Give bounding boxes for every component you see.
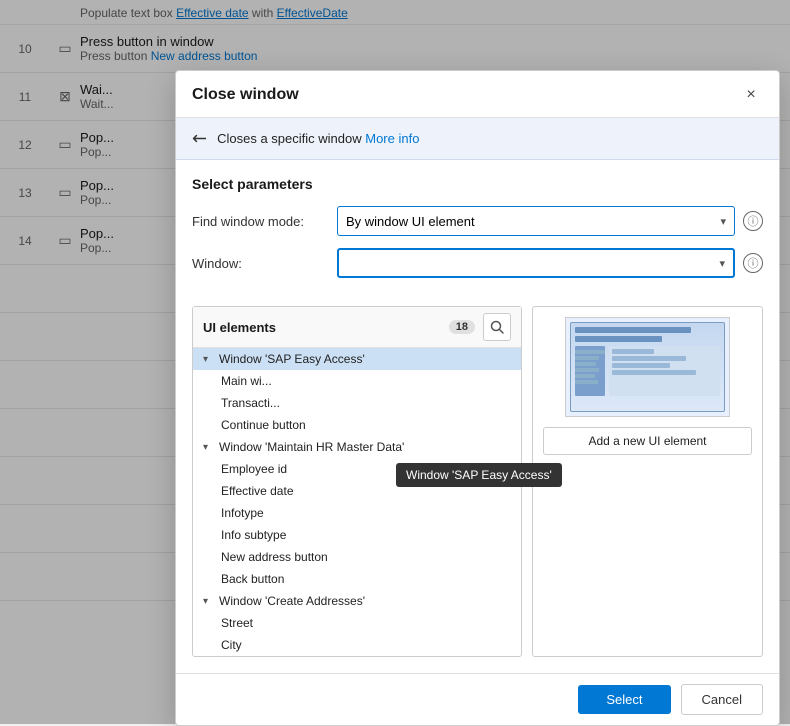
tree-item-transaction[interactable]: Transacti... bbox=[193, 392, 521, 414]
window-input-wrap: ▾ ⓘ bbox=[337, 248, 763, 278]
window-chevron-icon: ▾ bbox=[719, 257, 725, 270]
tree-item-continue-button[interactable]: Continue button bbox=[193, 414, 521, 436]
info-banner: ↙ Closes a specific window More info bbox=[176, 118, 779, 160]
find-window-label: Find window mode: bbox=[192, 214, 337, 229]
window-row: Window: ▾ ⓘ bbox=[192, 248, 763, 278]
find-window-row: Find window mode: By window UI element ▾… bbox=[192, 206, 763, 236]
tree-tooltip: Window 'SAP Easy Access' bbox=[396, 463, 562, 487]
find-window-select[interactable]: By window UI element ▾ bbox=[337, 206, 735, 236]
tree-item-label: Employee id bbox=[221, 462, 287, 476]
modal-header: Close window × bbox=[176, 71, 779, 118]
modal-body: Select parameters Find window mode: By w… bbox=[176, 160, 779, 306]
tree-item-new-address-button[interactable]: New address button bbox=[193, 546, 521, 568]
find-window-info-button[interactable]: ⓘ bbox=[743, 211, 763, 231]
tree-header: UI elements 18 bbox=[193, 307, 521, 348]
tree-item-label: Transacti... bbox=[221, 396, 280, 410]
modal-title: Close window bbox=[192, 86, 299, 104]
tree-item-label: Back button bbox=[221, 572, 284, 586]
select-button[interactable]: Select bbox=[578, 685, 670, 714]
tree-item-label: Window 'Maintain HR Master Data' bbox=[219, 440, 404, 454]
expand-icon: ▾ bbox=[203, 354, 215, 365]
preview-panel: Add a new UI element bbox=[532, 306, 763, 657]
tree-item-label: Continue button bbox=[221, 418, 306, 432]
find-window-input-wrap: By window UI element ▾ ⓘ bbox=[337, 206, 763, 236]
tree-item-main-window[interactable]: Main wi... bbox=[193, 370, 521, 392]
tree-item-back-button[interactable]: Back button bbox=[193, 568, 521, 590]
tree-item-info-subtype[interactable]: Info subtype bbox=[193, 524, 521, 546]
tree-item-create-addresses[interactable]: ▾ Window 'Create Addresses' bbox=[193, 590, 521, 612]
more-info-link[interactable]: More info bbox=[365, 131, 419, 146]
cancel-button[interactable]: Cancel bbox=[681, 684, 763, 715]
window-info-button[interactable]: ⓘ bbox=[743, 253, 763, 273]
window-select[interactable]: ▾ bbox=[337, 248, 735, 278]
tree-item-label: City bbox=[221, 638, 242, 652]
ui-elements-label: UI elements bbox=[203, 320, 441, 335]
expand-icon: ▾ bbox=[203, 442, 215, 453]
modal-close-button[interactable]: × bbox=[739, 83, 763, 107]
tree-search-button[interactable] bbox=[483, 313, 511, 341]
expand-icon: ▾ bbox=[203, 596, 215, 607]
modal-footer: Select Cancel bbox=[176, 673, 779, 725]
tree-item-label: Main wi... bbox=[221, 374, 272, 388]
window-label: Window: bbox=[192, 256, 337, 271]
tree-item-label: Window 'SAP Easy Access' bbox=[219, 352, 365, 366]
tree-item-city[interactable]: City bbox=[193, 634, 521, 656]
tree-item-label: Street bbox=[221, 616, 253, 630]
chevron-down-icon: ▾ bbox=[720, 215, 726, 228]
section-title: Select parameters bbox=[192, 176, 763, 192]
search-icon bbox=[490, 320, 504, 334]
add-ui-element-button[interactable]: Add a new UI element bbox=[543, 427, 752, 455]
tree-item-label: Window 'Create Addresses' bbox=[219, 594, 365, 608]
ui-elements-section: UI elements 18 ▾ Window 'SAP Easy Access… bbox=[176, 306, 779, 673]
tree-item-street[interactable]: Street bbox=[193, 612, 521, 634]
tree-item-label: Info subtype bbox=[221, 528, 286, 542]
tree-item-label: New address button bbox=[221, 550, 328, 564]
tree-body[interactable]: ▾ Window 'SAP Easy Access' Main wi... Tr… bbox=[193, 348, 521, 656]
arrow-icon: ↙ bbox=[187, 126, 213, 152]
close-window-modal: Close window × ↙ Closes a specific windo… bbox=[175, 70, 780, 726]
tree-item-sap-easy-access[interactable]: ▾ Window 'SAP Easy Access' bbox=[193, 348, 521, 370]
tree-item-label: Effective date bbox=[221, 484, 294, 498]
tree-item-label: Infotype bbox=[221, 506, 264, 520]
tree-item-maintain-hr[interactable]: ▾ Window 'Maintain HR Master Data' bbox=[193, 436, 521, 458]
preview-image bbox=[565, 317, 730, 417]
tree-item-infotype[interactable]: Infotype bbox=[193, 502, 521, 524]
ui-elements-badge: 18 bbox=[449, 320, 475, 334]
info-text: Closes a specific window More info bbox=[217, 131, 419, 146]
